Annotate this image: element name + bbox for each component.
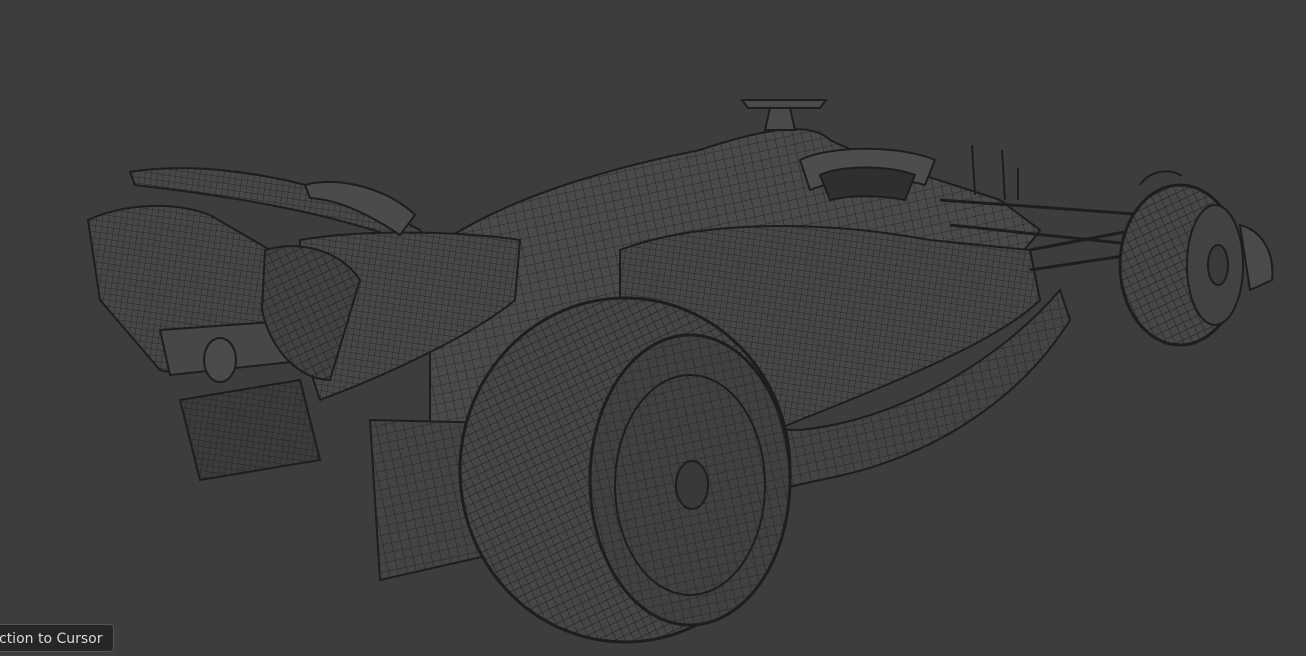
front-tyre — [1118, 170, 1244, 347]
race-car-wireframe-model[interactable] — [0, 0, 1306, 656]
3d-viewport[interactable]: ction to Cursor — [0, 0, 1306, 656]
tooltip-text: ction to Cursor — [0, 631, 103, 647]
rear-tyre — [458, 296, 792, 644]
operator-tooltip: ction to Cursor — [0, 624, 114, 652]
